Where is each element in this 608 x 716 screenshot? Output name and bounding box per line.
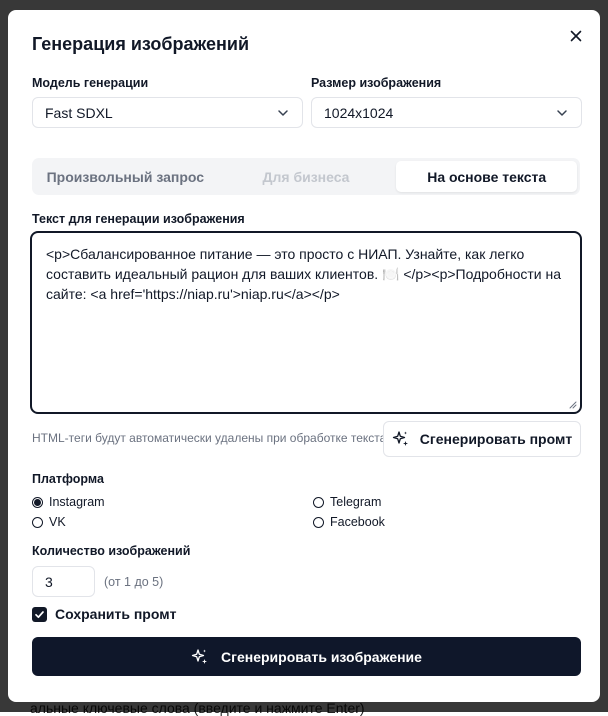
platform-option-telegram[interactable]: Telegram (313, 495, 381, 509)
tab-text-based[interactable]: На основе текста (396, 161, 578, 192)
quantity-label: Количество изображений (32, 544, 191, 558)
radio-selected-icon (32, 496, 43, 508)
check-icon (35, 610, 44, 618)
quantity-input[interactable]: 3 (32, 566, 95, 597)
resize-grip-icon[interactable] (568, 400, 577, 409)
quantity-hint: (от 1 до 5) (104, 575, 164, 589)
size-select-value: 1024x1024 (324, 104, 394, 121)
sparkles-icon (191, 648, 208, 664)
platform-option-vk[interactable]: VK (32, 515, 66, 529)
quantity-value: 3 (45, 573, 53, 590)
chevron-down-icon (278, 109, 288, 116)
save-prompt-checkbox[interactable]: Сохранить промт (32, 606, 176, 622)
html-hint: HTML-теги будут автоматически удалены пр… (32, 431, 387, 445)
generate-image-label: Сгенерировать изображение (221, 648, 422, 665)
image-generation-modal: Генерация изображений Модель генерации F… (8, 10, 600, 702)
radio-icon (313, 516, 324, 528)
generate-prompt-label: Сгенерировать промт (419, 431, 573, 447)
platform-option-label: Facebook (330, 515, 385, 529)
platform-option-label: Telegram (330, 495, 382, 509)
platform-option-label: VK (49, 515, 66, 529)
generate-prompt-button[interactable]: Сгенерировать промт (383, 421, 581, 457)
platform-option-facebook[interactable]: Facebook (313, 515, 385, 529)
tab-business[interactable]: Для бизнеса (216, 161, 397, 192)
model-label: Модель генерации (32, 76, 149, 90)
generation-text-value: <p>Сбалансированное питание — это просто… (46, 246, 561, 302)
radio-icon (313, 496, 324, 508)
platform-label: Платформа (32, 472, 104, 486)
tab-custom-request[interactable]: Произвольный запрос (35, 161, 216, 192)
platform-option-label: Instagram (49, 495, 105, 509)
size-label: Размер изображения (311, 76, 442, 90)
text-label: Текст для генерации изображения (32, 212, 245, 226)
size-select[interactable]: 1024x1024 (311, 97, 582, 128)
checkbox-checked (32, 606, 47, 622)
radio-icon (32, 516, 43, 528)
generate-image-button[interactable]: Сгенерировать изображение (32, 637, 581, 676)
mode-tabs: Произвольный запрос Для бизнеса На основ… (32, 158, 580, 195)
generation-text-area[interactable]: <p>Сбалансированное питание — это просто… (30, 231, 582, 414)
chevron-down-icon (557, 109, 567, 116)
model-select[interactable]: Fast SDXL (32, 97, 303, 128)
sparkles-icon (392, 431, 408, 446)
modal-title: Генерация изображений (32, 34, 250, 54)
close-button[interactable] (566, 26, 586, 46)
close-icon (570, 30, 582, 42)
save-prompt-label: Сохранить промт (55, 606, 177, 622)
model-select-value: Fast SDXL (45, 104, 113, 121)
platform-option-instagram[interactable]: Instagram (32, 495, 105, 509)
